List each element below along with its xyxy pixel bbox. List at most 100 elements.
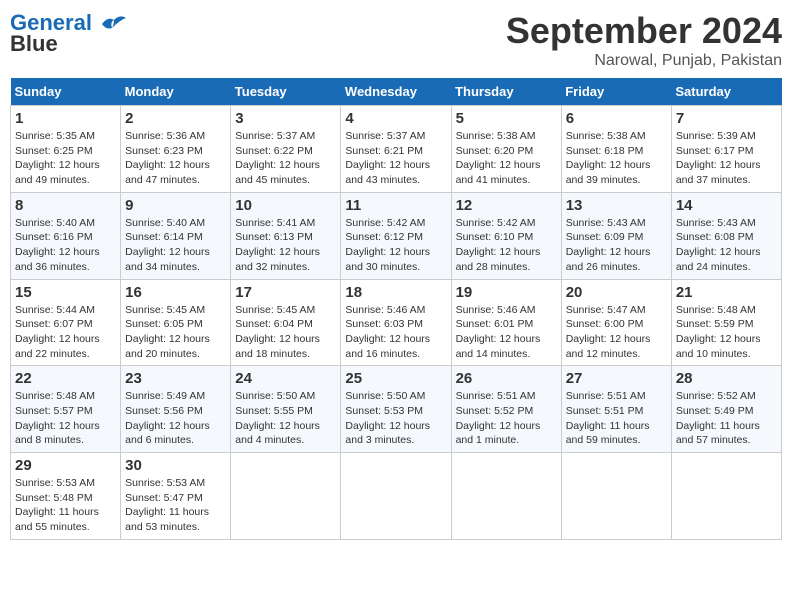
weekday-header-monday: Monday	[121, 78, 231, 106]
weekday-header-saturday: Saturday	[671, 78, 781, 106]
day-number: 26	[456, 370, 557, 387]
weekday-header-row: SundayMondayTuesdayWednesdayThursdayFrid…	[11, 78, 782, 106]
weekday-header-friday: Friday	[561, 78, 671, 106]
calendar-cell: 10 Sunrise: 5:41 AM Sunset: 6:13 PM Dayli…	[231, 192, 341, 279]
day-number: 24	[235, 370, 336, 387]
calendar-cell: 5 Sunrise: 5:38 AM Sunset: 6:20 PM Daylig…	[451, 106, 561, 193]
calendar-table: SundayMondayTuesdayWednesdayThursdayFrid…	[10, 78, 782, 540]
calendar-cell: 8 Sunrise: 5:40 AM Sunset: 6:16 PM Daylig…	[11, 192, 121, 279]
calendar-cell: 19 Sunrise: 5:46 AM Sunset: 6:01 PM Dayli…	[451, 279, 561, 366]
location-title: Narowal, Punjab, Pakistan	[506, 52, 782, 70]
day-info: Sunrise: 5:49 AM Sunset: 5:56 PM Dayligh…	[125, 389, 226, 448]
calendar-cell: 27 Sunrise: 5:51 AM Sunset: 5:51 PM Dayli…	[561, 366, 671, 453]
day-info: Sunrise: 5:41 AM Sunset: 6:13 PM Dayligh…	[235, 216, 336, 275]
day-info: Sunrise: 5:46 AM Sunset: 6:03 PM Dayligh…	[345, 303, 446, 362]
day-number: 6	[566, 110, 667, 127]
calendar-cell: 11Sunrise: 5:42 AM Sunset: 6:12 PM Dayli…	[341, 192, 451, 279]
calendar-cell	[561, 453, 671, 540]
day-number: 1	[15, 110, 116, 127]
calendar-cell: 24 Sunrise: 5:50 AM Sunset: 5:55 PM Dayli…	[231, 366, 341, 453]
day-info: Sunrise: 5:36 AM Sunset: 6:23 PM Dayligh…	[125, 129, 226, 188]
calendar-cell: 28Sunrise: 5:52 AM Sunset: 5:49 PM Dayli…	[671, 366, 781, 453]
day-number: 17	[235, 284, 336, 301]
day-info: Sunrise: 5:53 AM Sunset: 5:48 PM Dayligh…	[15, 476, 116, 535]
day-number: 5	[456, 110, 557, 127]
day-info: Sunrise: 5:42 AM Sunset: 6:12 PM Dayligh…	[345, 216, 446, 275]
calendar-cell: 14Sunrise: 5:43 AM Sunset: 6:08 PM Dayli…	[671, 192, 781, 279]
day-info: Sunrise: 5:35 AM Sunset: 6:25 PM Dayligh…	[15, 129, 116, 188]
day-number: 12	[456, 197, 557, 214]
day-number: 13	[566, 197, 667, 214]
day-info: Sunrise: 5:39 AM Sunset: 6:17 PM Dayligh…	[676, 129, 777, 188]
weekday-header-wednesday: Wednesday	[341, 78, 451, 106]
calendar-cell: 6 Sunrise: 5:38 AM Sunset: 6:18 PM Daylig…	[561, 106, 671, 193]
calendar-cell: 30Sunrise: 5:53 AM Sunset: 5:47 PM Dayli…	[121, 453, 231, 540]
calendar-cell: 9 Sunrise: 5:40 AM Sunset: 6:14 PM Daylig…	[121, 192, 231, 279]
day-number: 23	[125, 370, 226, 387]
day-info: Sunrise: 5:45 AM Sunset: 6:04 PM Dayligh…	[235, 303, 336, 362]
day-info: Sunrise: 5:52 AM Sunset: 5:49 PM Dayligh…	[676, 389, 777, 448]
day-info: Sunrise: 5:50 AM Sunset: 5:53 PM Dayligh…	[345, 389, 446, 448]
day-number: 9	[125, 197, 226, 214]
week-row-3: 15Sunrise: 5:44 AM Sunset: 6:07 PM Dayli…	[11, 279, 782, 366]
calendar-cell: 13 Sunrise: 5:43 AM Sunset: 6:09 PM Dayli…	[561, 192, 671, 279]
day-number: 25	[345, 370, 446, 387]
logo-subtext: Blue	[10, 31, 126, 56]
day-number: 29	[15, 457, 116, 474]
day-number: 15	[15, 284, 116, 301]
day-info: Sunrise: 5:48 AM Sunset: 5:57 PM Dayligh…	[15, 389, 116, 448]
day-info: Sunrise: 5:48 AM Sunset: 5:59 PM Dayligh…	[676, 303, 777, 362]
day-info: Sunrise: 5:46 AM Sunset: 6:01 PM Dayligh…	[456, 303, 557, 362]
day-info: Sunrise: 5:50 AM Sunset: 5:55 PM Dayligh…	[235, 389, 336, 448]
day-number: 7	[676, 110, 777, 127]
calendar-cell	[451, 453, 561, 540]
day-number: 27	[566, 370, 667, 387]
month-title: September 2024	[506, 10, 782, 52]
day-number: 14	[676, 197, 777, 214]
week-row-2: 8 Sunrise: 5:40 AM Sunset: 6:16 PM Daylig…	[11, 192, 782, 279]
calendar-cell: 17 Sunrise: 5:45 AM Sunset: 6:04 PM Dayli…	[231, 279, 341, 366]
calendar-cell: 25 Sunrise: 5:50 AM Sunset: 5:53 PM Dayli…	[341, 366, 451, 453]
calendar-cell	[231, 453, 341, 540]
calendar-cell: 3Sunrise: 5:37 AM Sunset: 6:22 PM Daylig…	[231, 106, 341, 193]
day-number: 20	[566, 284, 667, 301]
calendar-cell: 15Sunrise: 5:44 AM Sunset: 6:07 PM Dayli…	[11, 279, 121, 366]
calendar-cell: 20 Sunrise: 5:47 AM Sunset: 6:00 PM Dayli…	[561, 279, 671, 366]
day-info: Sunrise: 5:42 AM Sunset: 6:10 PM Dayligh…	[456, 216, 557, 275]
week-row-5: 29 Sunrise: 5:53 AM Sunset: 5:48 PM Dayli…	[11, 453, 782, 540]
day-info: Sunrise: 5:53 AM Sunset: 5:47 PM Dayligh…	[125, 476, 226, 535]
calendar-cell	[341, 453, 451, 540]
day-info: Sunrise: 5:51 AM Sunset: 5:51 PM Dayligh…	[566, 389, 667, 448]
day-number: 19	[456, 284, 557, 301]
day-number: 8	[15, 197, 116, 214]
calendar-cell: 7 Sunrise: 5:39 AM Sunset: 6:17 PM Daylig…	[671, 106, 781, 193]
calendar-cell: 22 Sunrise: 5:48 AM Sunset: 5:57 PM Dayli…	[11, 366, 121, 453]
day-info: Sunrise: 5:37 AM Sunset: 6:21 PM Dayligh…	[345, 129, 446, 188]
day-info: Sunrise: 5:38 AM Sunset: 6:20 PM Dayligh…	[456, 129, 557, 188]
day-info: Sunrise: 5:51 AM Sunset: 5:52 PM Dayligh…	[456, 389, 557, 448]
weekday-header-tuesday: Tuesday	[231, 78, 341, 106]
day-info: Sunrise: 5:40 AM Sunset: 6:16 PM Dayligh…	[15, 216, 116, 275]
week-row-4: 22 Sunrise: 5:48 AM Sunset: 5:57 PM Dayli…	[11, 366, 782, 453]
weekday-header-sunday: Sunday	[11, 78, 121, 106]
day-info: Sunrise: 5:40 AM Sunset: 6:14 PM Dayligh…	[125, 216, 226, 275]
day-number: 10	[235, 197, 336, 214]
weekday-header-thursday: Thursday	[451, 78, 561, 106]
calendar-cell: 21Sunrise: 5:48 AM Sunset: 5:59 PM Dayli…	[671, 279, 781, 366]
day-number: 16	[125, 284, 226, 301]
calendar-cell: 4Sunrise: 5:37 AM Sunset: 6:21 PM Daylig…	[341, 106, 451, 193]
calendar-cell: 29 Sunrise: 5:53 AM Sunset: 5:48 PM Dayli…	[11, 453, 121, 540]
calendar-cell	[671, 453, 781, 540]
day-number: 18	[345, 284, 446, 301]
day-number: 22	[15, 370, 116, 387]
logo: General Blue	[10, 10, 126, 57]
day-info: Sunrise: 5:38 AM Sunset: 6:18 PM Dayligh…	[566, 129, 667, 188]
title-area: September 2024 Narowal, Punjab, Pakistan	[506, 10, 782, 70]
day-info: Sunrise: 5:37 AM Sunset: 6:22 PM Dayligh…	[235, 129, 336, 188]
bird-icon	[100, 14, 126, 34]
calendar-cell: 1 Sunrise: 5:35 AM Sunset: 6:25 PM Daylig…	[11, 106, 121, 193]
day-info: Sunrise: 5:43 AM Sunset: 6:09 PM Dayligh…	[566, 216, 667, 275]
calendar-cell: 26 Sunrise: 5:51 AM Sunset: 5:52 PM Dayli…	[451, 366, 561, 453]
calendar-cell: 18 Sunrise: 5:46 AM Sunset: 6:03 PM Dayli…	[341, 279, 451, 366]
day-info: Sunrise: 5:47 AM Sunset: 6:00 PM Dayligh…	[566, 303, 667, 362]
